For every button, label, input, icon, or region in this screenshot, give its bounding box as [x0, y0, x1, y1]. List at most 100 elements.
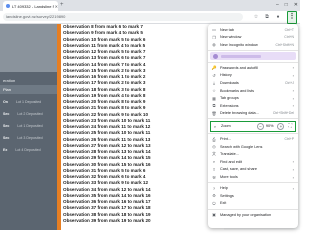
settings-icon: ⚙	[212, 193, 216, 199]
menu-item-help[interactable]: ? Help ›	[208, 184, 298, 192]
menu-divider	[208, 118, 298, 120]
more-tools-icon: ⚒	[212, 174, 216, 180]
chrome-menu: ▭ New tab Ctrl+T ❐ New window Ctrl+N ◍ N…	[208, 24, 298, 228]
zoom-icon: ⌕	[213, 123, 217, 129]
menu-divider	[208, 50, 298, 52]
sidebar-row[interactable]: On Lot 1 Deposited	[3, 100, 41, 104]
zoom-level: 90%	[265, 124, 274, 129]
managed-by-organisation[interactable]: ▣ Managed by your organisation	[208, 211, 298, 219]
minimize-icon[interactable]: –	[276, 0, 279, 10]
chevron-right-icon: ›	[292, 95, 294, 101]
sidebar-row[interactable]: Sec Lot 3 Deposited	[3, 136, 43, 140]
menu-item-find-and-edit[interactable]: ⌕ Find and edit ›	[208, 158, 298, 166]
menu-item-cast-save-share[interactable]: ⇪ Cast, save, and share ›	[208, 166, 298, 174]
menu-item-label: Cast, save, and share	[220, 167, 257, 172]
sidebar-band-text: Plan	[3, 87, 12, 92]
menu-item-label: Exit	[220, 201, 227, 206]
menu-item-label: Translate...	[220, 152, 239, 157]
close-tab-icon[interactable]: ✕	[55, 4, 58, 9]
chevron-right-icon: ›	[292, 166, 294, 172]
menu-item-extensions[interactable]: ⧉ Extensions ›	[208, 102, 298, 110]
downloads-icon: ⤓	[213, 80, 215, 86]
extension-icon[interactable]: ⧉	[263, 13, 271, 21]
menu-item-label: History	[220, 73, 232, 78]
new-window-icon: ❐	[212, 34, 216, 40]
address-bar[interactable]: landsline.govt.nz/survey/2219890	[3, 13, 243, 21]
cast-save-share-icon: ⇪	[212, 166, 216, 172]
chevron-right-icon: ›	[292, 103, 294, 109]
profile-name-redacted	[221, 54, 261, 58]
menu-item-exit[interactable]: ⏻ Exit	[208, 200, 298, 208]
profile-row[interactable]	[210, 52, 296, 61]
incognito-icon: ◍	[212, 42, 216, 48]
zoom-out-button[interactable]: −	[256, 122, 264, 130]
close-window-icon[interactable]: ✕	[294, 0, 298, 10]
menu-item-label: Bookmarks and lists	[220, 88, 254, 93]
fullscreen-icon[interactable]: ⛶	[288, 123, 292, 129]
menu-item-label: More tools	[220, 175, 238, 180]
menu-item-label: Print...	[220, 137, 231, 142]
help-icon: ?	[212, 185, 216, 191]
chrome-menu-button[interactable]: ⋮	[287, 11, 297, 24]
menu-item-print[interactable]: ⎙ Print... Ctrl+P	[208, 135, 298, 143]
maximize-icon[interactable]: □	[285, 0, 288, 10]
menu-item-new-tab[interactable]: ▭ New tab Ctrl+T	[208, 26, 298, 34]
menu-item-label: Tab groups	[220, 96, 239, 101]
exit-icon: ⏻	[212, 200, 216, 206]
window-controls: – □ ✕	[276, 0, 298, 10]
chevron-right-icon: ›	[292, 174, 294, 180]
menu-item-downloads[interactable]: ⤓ Downloads Ctrl+J	[208, 79, 298, 87]
menu-divider	[208, 208, 298, 210]
tab-strip: LT 409332 - Landsline Survey ✕ + – □ ✕	[0, 0, 300, 11]
menu-divider	[208, 133, 298, 135]
menu-group-3: ? Help › ⚙ Settings ⏻ Exit	[208, 184, 298, 207]
sidebar-row[interactable]: Sec Lot 2 Deposited	[3, 112, 43, 116]
chevron-right-icon: ›	[292, 159, 294, 165]
sidebar-header	[0, 24, 57, 72]
menu-item-delete-browsing-data[interactable]: 🗑 Delete browsing data... Ctrl+Shift+Del	[208, 110, 298, 118]
translate-icon: 文	[212, 151, 216, 157]
menu-item-shortcut: Ctrl+P	[284, 137, 294, 142]
zoom-row: ⌕ Zoom − 90% + ⛶	[210, 120, 296, 132]
sidebar-row[interactable]: Ex Lot 4 Deposited	[3, 148, 41, 152]
menu-group-1: 🔑 Passwords and autofill › ↺ History › ⤓ Downlo…	[208, 64, 298, 117]
extensions-icon: ⧉	[212, 103, 216, 109]
observation-row: Observation 39 from mark 19 to mark 20	[63, 217, 151, 223]
menu-item-incognito[interactable]: ◍ New Incognito window Ctrl+Shift+N	[208, 41, 298, 49]
menu-item-new-window[interactable]: ❐ New window Ctrl+N	[208, 34, 298, 42]
menu-item-label: Settings	[220, 193, 234, 198]
star-icon[interactable]: ☆	[252, 13, 260, 21]
menu-item-bookmarks[interactable]: ☆ Bookmarks and lists ›	[208, 87, 298, 95]
profile-icon[interactable]: ●	[274, 13, 282, 21]
menu-item-label: Help	[220, 186, 228, 191]
delete-browsing-data-icon: 🗑	[211, 110, 217, 116]
browser-tab[interactable]: LT 409332 - Landsline Survey ✕	[3, 1, 58, 11]
chevron-right-icon: ›	[292, 88, 294, 94]
menu-item-history[interactable]: ↺ History ›	[208, 72, 298, 80]
menu-item-passwords[interactable]: 🔑 Passwords and autofill ›	[208, 64, 298, 72]
menu-item-translate[interactable]: 文 Translate...	[208, 151, 298, 159]
favicon-icon	[6, 4, 10, 8]
avatar	[213, 53, 218, 59]
menu-item-shortcut: Ctrl+Shift+Del	[272, 111, 294, 116]
menu-item-search-google-lens[interactable]: ◎ Search with Google Lens	[208, 143, 298, 151]
observation-list: Observation 8 from mark 6 to mark 7 Obser…	[61, 24, 224, 230]
sidebar-row[interactable]: Sec Lot 1 Deposited	[3, 124, 43, 128]
new-tab-icon: ▭	[212, 27, 216, 33]
menu-item-settings[interactable]: ⚙ Settings	[208, 192, 298, 200]
menu-group-2: ⎙ Print... Ctrl+P ◎ Search with Google Lens 文…	[208, 135, 298, 181]
menu-item-shortcut: Ctrl+J	[285, 80, 294, 85]
tab-groups-icon: ▦	[212, 95, 216, 101]
menu-item-label: Extensions	[220, 103, 239, 108]
sidebar-label: eration	[3, 78, 16, 83]
chevron-right-icon: ›	[292, 185, 294, 191]
menu-item-label: Downloads	[220, 80, 239, 85]
history-icon: ↺	[212, 72, 216, 78]
menu-item-tab-groups[interactable]: ▦ Tab groups ›	[208, 94, 298, 102]
menu-item-more-tools[interactable]: ⚒ More tools ›	[208, 173, 298, 181]
menu-item-label: Find and edit	[220, 159, 242, 164]
new-tab-button[interactable]: +	[60, 1, 64, 10]
print-icon: ⎙	[212, 136, 216, 142]
sidebar: eration Plan On Lot 1 Deposited Sec Lot 2 …	[0, 24, 57, 230]
zoom-in-button[interactable]: +	[277, 122, 285, 130]
